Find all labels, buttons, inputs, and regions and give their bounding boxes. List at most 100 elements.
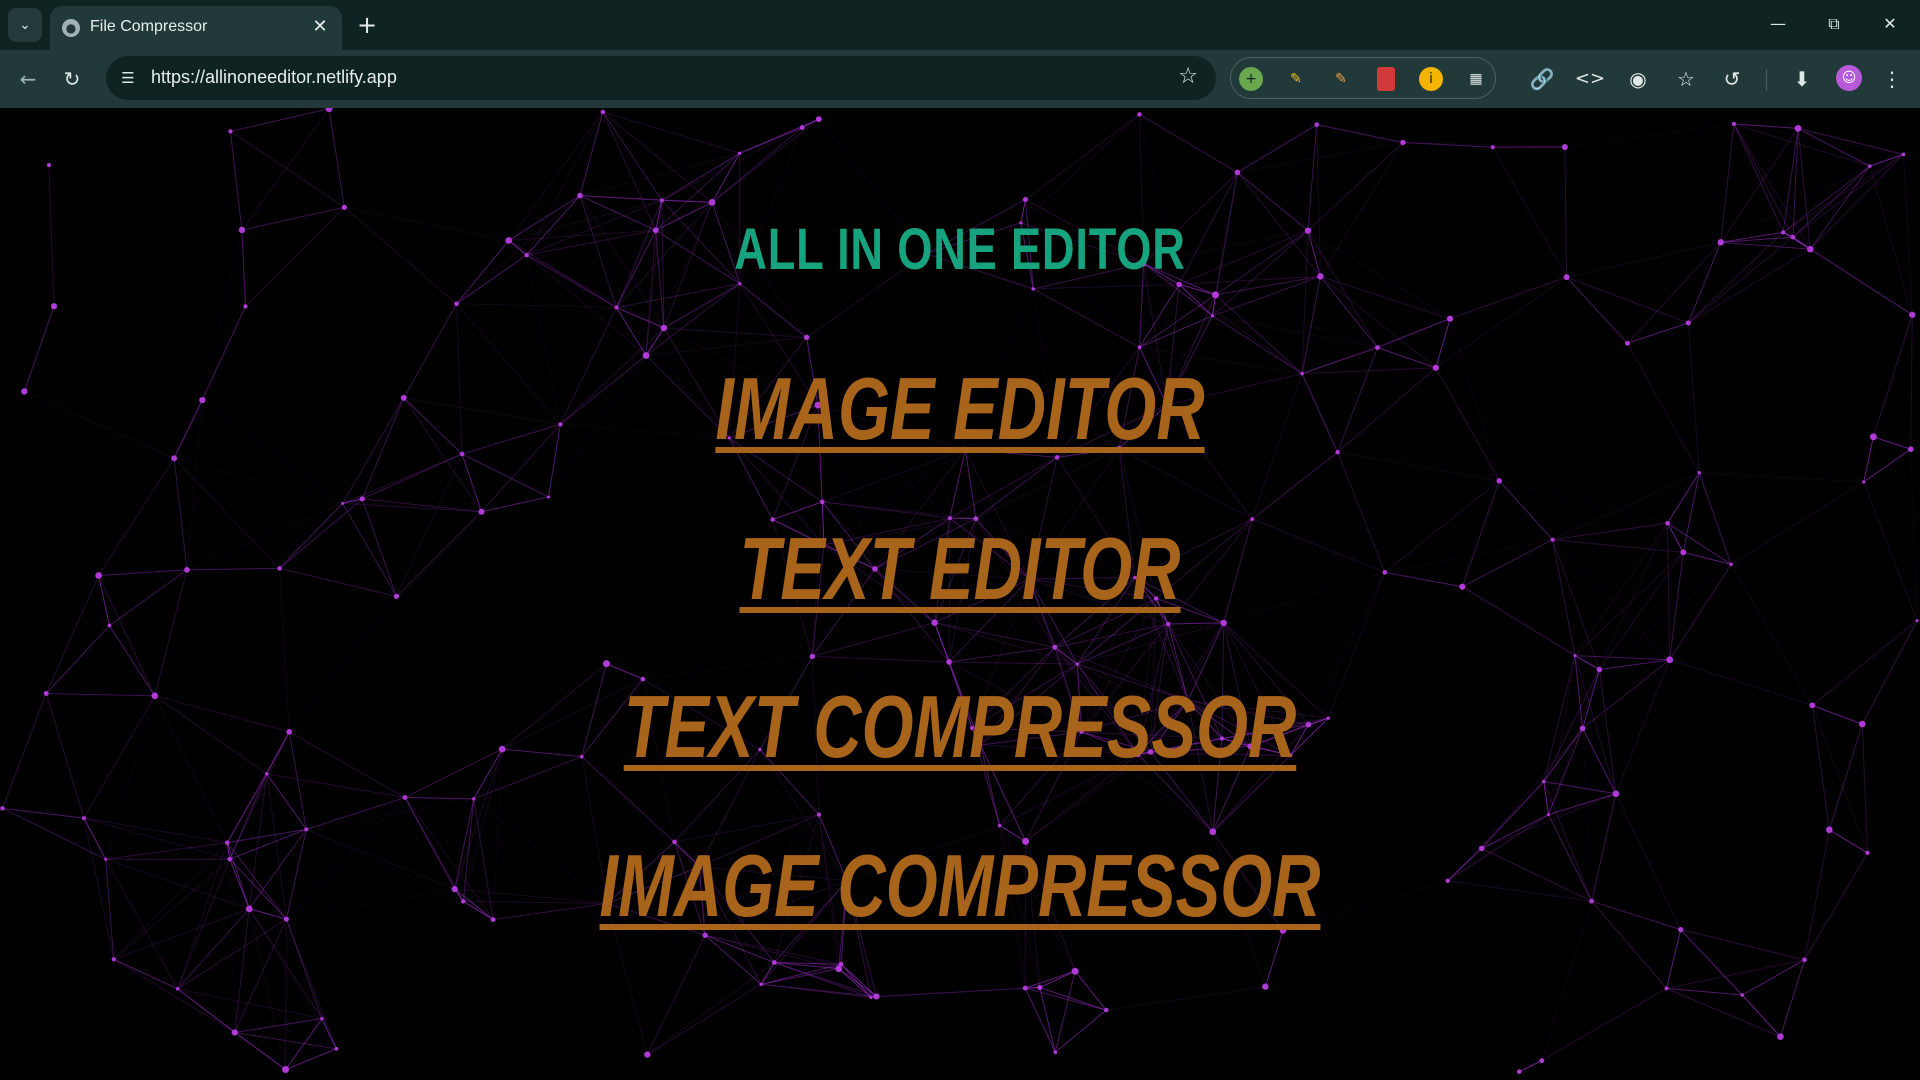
page-title: ALL IN ONE EDITOR [734,217,1186,282]
network-edge [285,919,287,1070]
text-compressor-link[interactable]: TEXT COMPRESSOR [230,676,1689,778]
back-icon[interactable]: ← [12,63,44,95]
kebab-menu-icon[interactable]: ⋮ [1876,63,1908,95]
network-edge [328,108,345,208]
network-edge [1320,275,1437,369]
restore-icon[interactable]: ⧉ [1814,8,1854,40]
incognito-icon[interactable]: ◉ [1622,63,1654,95]
network-node [21,388,28,395]
image-editor-link[interactable]: IMAGE EDITOR [230,358,1689,460]
network-edge [616,307,665,329]
network-node [1541,779,1546,784]
network-edge [1574,655,1670,661]
tab-search-chevron-icon[interactable]: ⌄ [8,8,42,42]
image-compressor-link[interactable]: IMAGE COMPRESSOR [230,835,1689,937]
network-edge [1863,314,1913,483]
network-edge [812,622,935,657]
network-edge [45,693,85,819]
network-edge [1863,448,1912,483]
network-node [228,129,233,134]
network-node [602,660,610,668]
history-icon[interactable]: ↺ [1716,63,1748,95]
network-edge [83,817,228,844]
close-tab-icon[interactable]: ✕ [308,15,332,39]
network-edge [1039,987,1107,1011]
reload-icon[interactable]: ↻ [56,63,88,95]
network-edge [154,695,228,843]
network-node [46,163,51,168]
network-edge [1543,780,1616,795]
network-node [1717,239,1724,246]
network-node [1859,720,1866,728]
network-edge [1566,276,1628,344]
highlighter-extension-icon[interactable]: ✎ [1284,67,1308,91]
address-bar[interactable]: ☰ https://allinoneeditor.netlify.app ☆ [106,56,1216,100]
network-node [1210,314,1215,318]
green-plus-extension-icon[interactable]: + [1239,67,1263,91]
network-node [1561,144,1568,151]
network-node [1777,1033,1784,1040]
network-edge [1074,970,1107,1011]
network-node [282,1066,290,1074]
network-edge [234,1018,323,1033]
url-text[interactable]: https://allinoneeditor.netlify.app [151,67,397,88]
network-node [873,993,880,1000]
network-edge [154,569,188,696]
network-edge [663,327,807,338]
code-icon[interactable]: <> [1574,63,1606,95]
pencil-extension-icon[interactable]: ✎ [1329,67,1353,91]
network-edge [1683,551,1732,565]
network-edge [113,858,231,960]
toolbar-divider [1766,69,1767,91]
network-edge [1251,451,1338,520]
text-editor-link[interactable]: TEXT EDITOR [230,518,1689,620]
browser-tab[interactable]: ● File Compressor ✕ [50,6,342,50]
network-edge [1435,276,1567,369]
link-icon[interactable]: 🔗 [1526,63,1558,95]
network-node [1071,967,1079,975]
network-node [402,795,408,800]
network-edge [23,306,55,392]
network-node [151,692,159,700]
red-book-extension-icon[interactable] [1377,67,1395,91]
network-node [341,204,347,210]
network-edge [663,283,741,329]
network-node [600,109,606,115]
extensions-puzzle-icon[interactable]: ▦ [1464,67,1488,91]
network-node [304,827,309,832]
network-edge [1730,564,1813,706]
network-edge [1829,829,1868,854]
info-extension-icon[interactable]: i [1419,67,1443,91]
network-node [199,396,206,404]
network-node [1516,1069,1522,1074]
network-node [1869,433,1877,441]
network-edge [1319,276,1378,348]
network-node [1037,984,1043,991]
site-info-icon[interactable]: ☰ [116,66,140,90]
network-node [803,334,810,341]
window-close-icon[interactable]: ✕ [1870,8,1910,40]
favorites-icon[interactable]: ☆ [1670,63,1702,95]
network-edge [113,908,250,960]
network-node [472,797,476,801]
network-edge [1666,959,1805,989]
network-node [1053,1050,1058,1055]
bookmark-star-icon[interactable]: ☆ [1178,65,1198,89]
network-edge [1025,113,1140,200]
download-icon[interactable]: ⬇ [1786,63,1818,95]
new-tab-icon[interactable]: + [352,10,382,40]
network-edge [1106,986,1266,1011]
network-edge [109,625,156,697]
network-edge [1797,127,1904,155]
network-edge [1024,987,1056,1053]
network-node [1729,562,1733,567]
network-node [1865,850,1870,855]
network-edge [48,165,55,307]
network-edge [1666,987,1743,996]
network-node [1375,345,1380,350]
minimize-icon[interactable]: — [1758,8,1798,40]
network-node [341,501,345,505]
network-edge [177,988,337,1050]
profile-avatar[interactable]: ☺ [1836,65,1862,91]
network-edge [404,796,474,800]
